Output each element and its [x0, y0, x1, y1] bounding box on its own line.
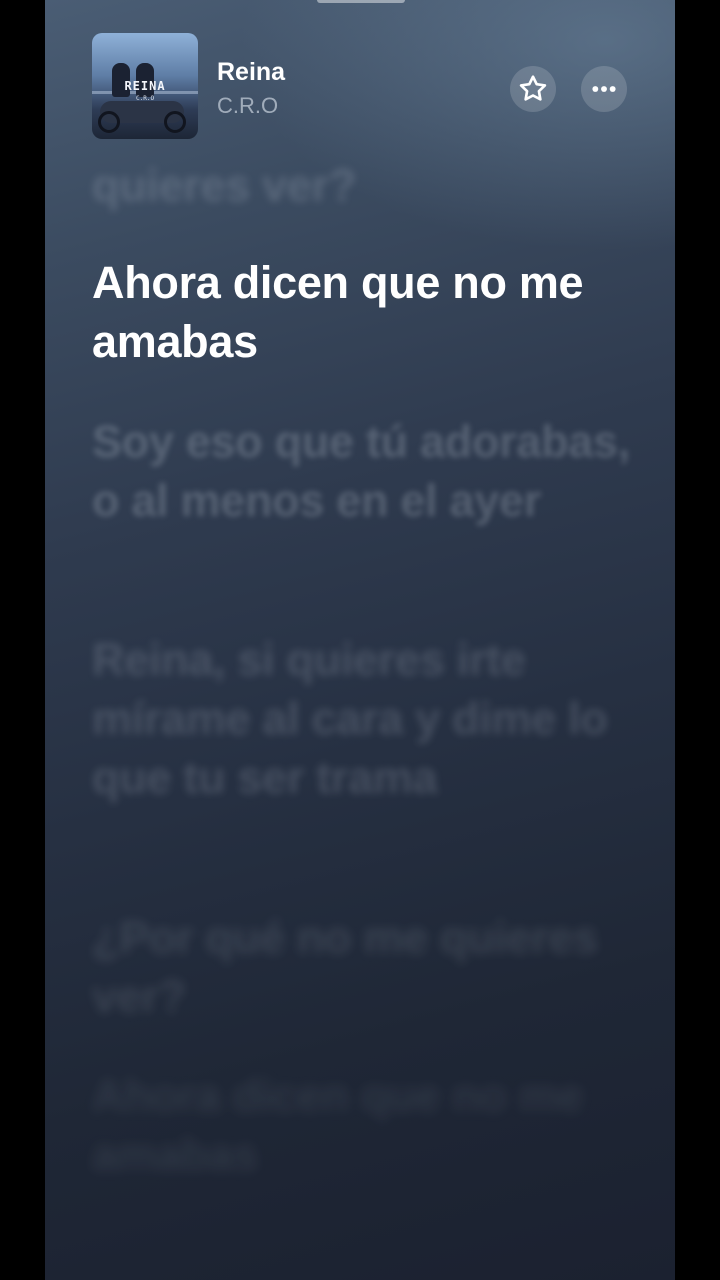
- more-options-button[interactable]: [581, 66, 627, 112]
- album-artwork[interactable]: REINA C.R.O: [92, 33, 198, 139]
- lyric-line-upcoming[interactable]: Ahora dicen que no me amabas: [92, 1066, 632, 1184]
- artwork-title: REINA: [124, 79, 166, 93]
- now-playing-header: REINA C.R.O Reina C.R.O: [45, 0, 675, 150]
- lyric-line-previous[interactable]: quieres ver?: [92, 156, 632, 215]
- star-outline-icon: [519, 75, 547, 101]
- lyric-line-upcoming[interactable]: Reina, si quieres irte mírame al cara y …: [92, 630, 632, 807]
- song-artist[interactable]: C.R.O: [217, 93, 278, 119]
- lyrics-screen: quieres ver? Ahora dicen que no me amaba…: [45, 0, 675, 1280]
- favorite-button[interactable]: [510, 66, 556, 112]
- artwork-wheel: [164, 111, 186, 133]
- song-title[interactable]: Reina: [217, 58, 285, 87]
- artwork-wheel: [98, 111, 120, 133]
- ellipsis-icon: [592, 86, 616, 92]
- artwork-subtitle: C.R.O: [136, 95, 155, 102]
- lyric-line-upcoming[interactable]: ¿Por qué no me quieres ver?: [92, 908, 632, 1026]
- lyric-line-current[interactable]: Ahora dicen que no me amabas: [92, 253, 632, 371]
- lyric-line-upcoming[interactable]: Soy eso que tú adorabas, o al menos en e…: [92, 412, 632, 530]
